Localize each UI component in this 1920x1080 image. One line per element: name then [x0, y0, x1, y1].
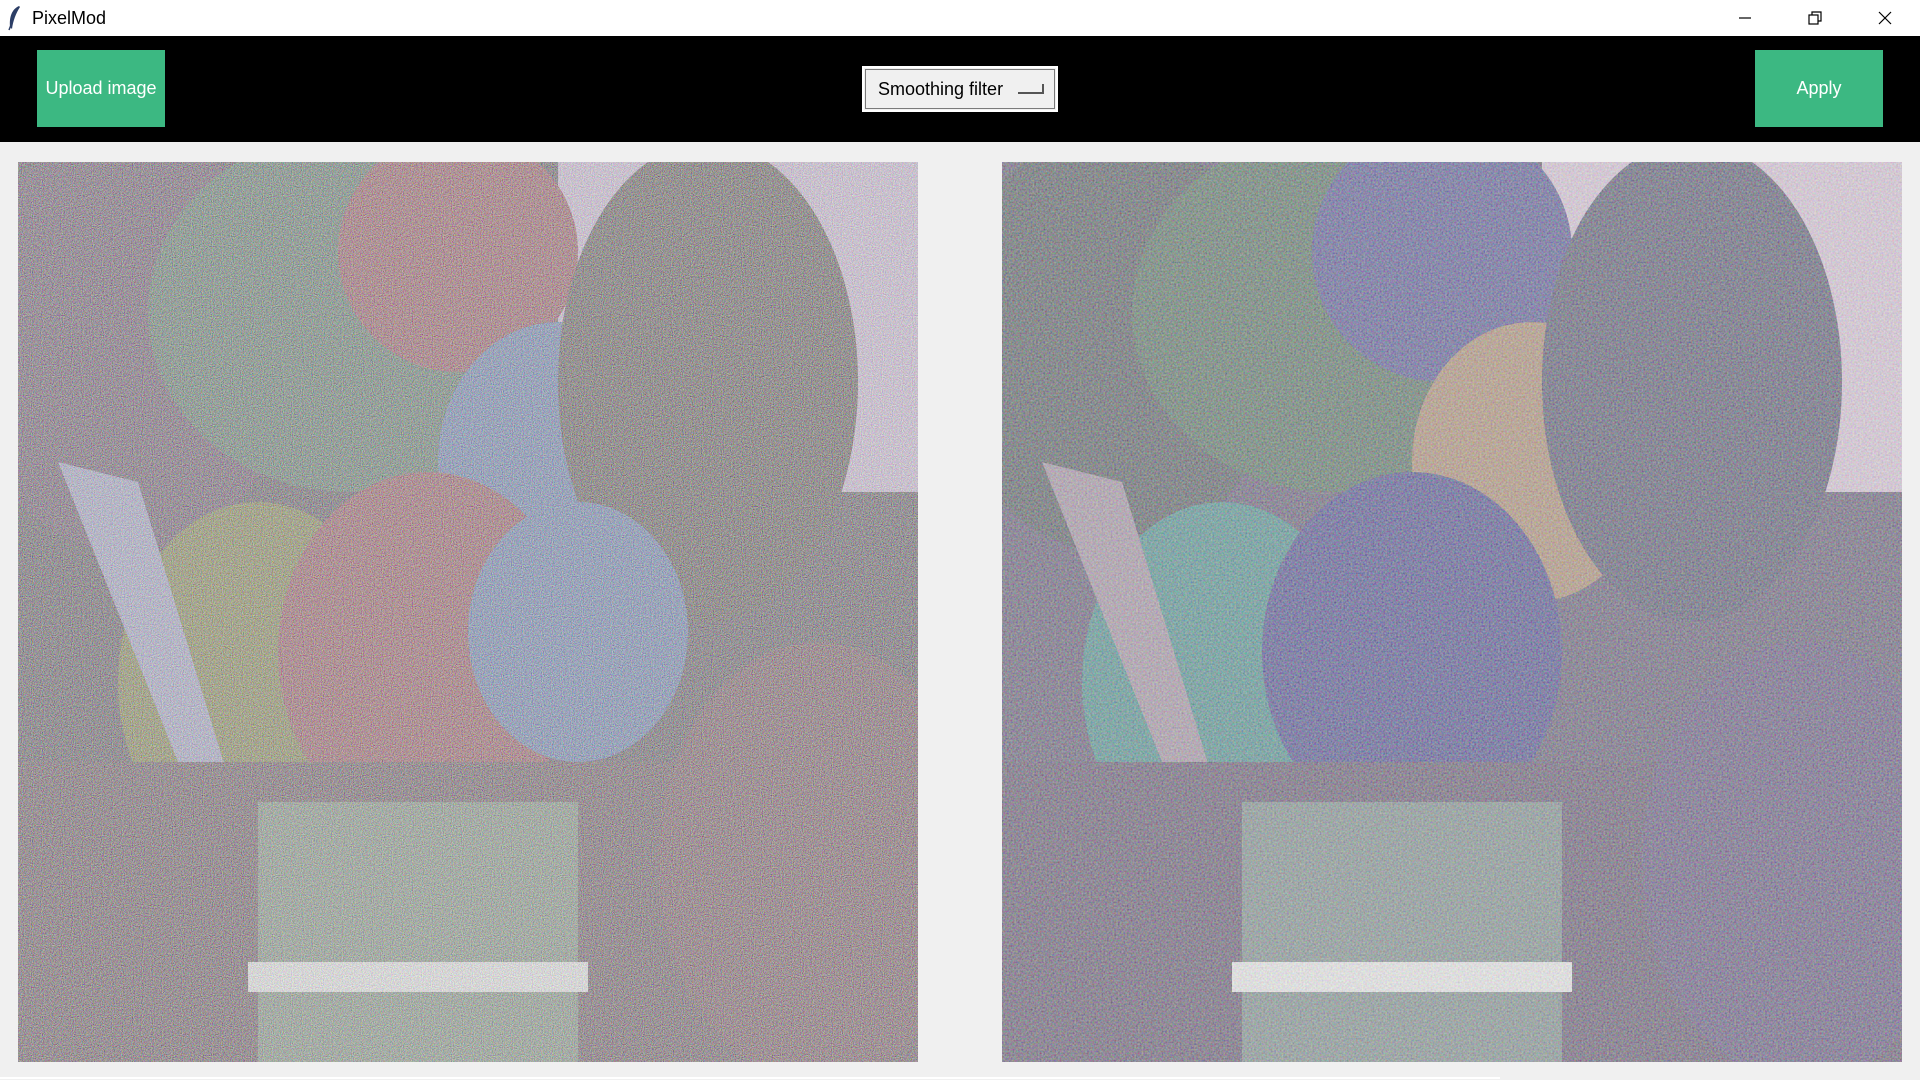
image-workspace	[0, 142, 1920, 1080]
close-icon	[1878, 11, 1892, 25]
filter-dropdown-value: Smoothing filter	[878, 78, 1004, 99]
toolbar: Upload image Smoothing filter Apply	[0, 36, 1920, 142]
window-controls	[1710, 0, 1920, 36]
processed-image-panel	[1002, 162, 1902, 1062]
close-button[interactable]	[1850, 0, 1920, 36]
dropdown-indicator-icon	[1018, 84, 1044, 94]
feather-app-icon	[8, 6, 20, 31]
window-title: PixelMod	[32, 7, 107, 28]
minimize-button[interactable]	[1710, 0, 1780, 36]
scrollbar-track	[0, 1077, 1500, 1079]
restore-button[interactable]	[1780, 0, 1850, 36]
minimize-icon	[1739, 17, 1751, 19]
title-bar: PixelMod	[0, 0, 1920, 36]
upload-image-button[interactable]: Upload image	[37, 50, 165, 127]
noisy-balloons-image	[18, 162, 918, 1062]
filter-dropdown[interactable]: Smoothing filter	[862, 66, 1058, 112]
restore-icon	[1808, 11, 1822, 25]
smoothed-balloons-image	[1002, 162, 1902, 1062]
apply-button[interactable]: Apply	[1755, 50, 1883, 127]
original-image-panel	[18, 162, 918, 1062]
